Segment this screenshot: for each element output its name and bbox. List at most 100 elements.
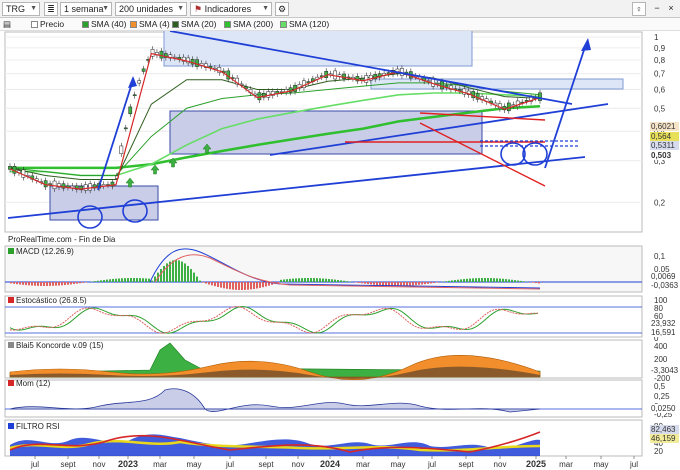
target-box [370, 78, 624, 90]
timeframe-select[interactable]: 1 semana ▼ [60, 2, 112, 16]
macd-hist-bar [172, 260, 174, 282]
macd-hist-bar [289, 278, 291, 282]
macd-hist-bar [328, 278, 330, 282]
macd-hist-bar [538, 282, 540, 284]
panel-title-stoch: Estocástico (26.8.5) [16, 296, 87, 305]
panel-rsi-tick: 20 [654, 447, 663, 456]
panel-title-macd: MACD (12.26.9) [16, 247, 74, 256]
candle-body [141, 68, 146, 72]
macd-hist-bar [127, 278, 129, 282]
macd-hist-bar [145, 278, 147, 282]
macd-hist-bar [451, 280, 453, 282]
x-axis-label: may [593, 460, 608, 469]
macd-hist-bar [130, 278, 132, 282]
units-label: 200 unidades [119, 4, 174, 14]
macd-hist-bar [313, 278, 315, 282]
macd-hist-bar [262, 282, 264, 288]
x-axis-label: jul [225, 460, 234, 469]
panel-koncorde-value: -3,3043 [651, 366, 679, 375]
macd-hist-bar [340, 280, 342, 282]
legend-price[interactable]: Precio [31, 19, 64, 30]
macd-hist-bar [79, 282, 81, 284]
macd-hist-bar [358, 282, 360, 283]
macd-hist-bar [475, 278, 477, 282]
macd-hist-bar [49, 282, 51, 286]
chevron-down-icon: ▼ [30, 5, 37, 12]
macd-hist-bar [217, 282, 219, 287]
units-select[interactable]: 200 unidades ▼ [115, 2, 187, 16]
macd-hist-bar [310, 278, 312, 282]
legend-sma20-label: SMA (20) [181, 19, 217, 29]
panel-title-swatch [8, 297, 14, 303]
macd-hist-bar [424, 282, 426, 285]
candle-body [21, 169, 26, 178]
macd-hist-bar [535, 282, 537, 284]
macd-hist-bar [301, 278, 303, 282]
macd-hist-bar [223, 282, 225, 289]
macd-hist-bar [250, 282, 252, 290]
legend-sma40[interactable]: SMA (40) [82, 19, 126, 30]
macd-hist-bar [403, 282, 405, 286]
macd-hist-bar [520, 280, 522, 282]
timeframe-label: 1 semana [64, 4, 104, 14]
candle-body [88, 183, 93, 191]
macd-hist-bar [517, 280, 519, 282]
candle-body [302, 80, 306, 88]
x-axis-label: mar [559, 460, 573, 469]
legend-sma40-label: SMA (40) [91, 19, 127, 29]
legend-menu-icon[interactable]: ▤ [3, 19, 11, 30]
settings-icon[interactable]: ⚙ [275, 2, 289, 16]
price-tag-label: 0,503 [651, 151, 672, 160]
panel-title-koncorde: Blai5 Koncorde v.09 (15) [16, 341, 104, 350]
panel-title-mom: Mom (12) [16, 379, 51, 388]
macd-hist-bar [496, 278, 498, 282]
macd-hist-bar [232, 282, 234, 290]
close-icon[interactable]: × [664, 2, 678, 16]
panel-rsi-value: 82,463 [651, 425, 676, 434]
legend-sma200-label: SMA (200) [233, 19, 274, 29]
x-axis-label: 2023 [118, 459, 138, 469]
macd-hist-bar [478, 278, 480, 282]
legend-sma120[interactable]: SMA (120) [280, 19, 329, 30]
macd-hist-bar [202, 282, 204, 283]
indicators-button[interactable]: ⚑ Indicadores ▼ [190, 2, 272, 16]
macd-hist-bar [244, 282, 246, 290]
candle-body [440, 81, 444, 90]
candle-body [132, 94, 137, 96]
macd-hist-bar [31, 282, 33, 286]
macd-hist-bar [319, 278, 321, 282]
alarm-icon[interactable]: ♀ [632, 2, 646, 16]
macd-hist-bar [10, 282, 12, 284]
macd-hist-bar [361, 282, 363, 284]
x-axis-label: jul [427, 460, 436, 469]
price-tick-label: 0,5 [654, 104, 666, 113]
macd-hist-bar [457, 279, 459, 282]
macd-hist-bar [466, 278, 468, 282]
list-icon[interactable]: ≣ [44, 2, 58, 16]
macd-hist-bar [121, 278, 123, 282]
macd-hist-bar [238, 282, 240, 290]
symbol-select[interactable]: TRG ▼ [2, 2, 40, 16]
price-tag-label: 0,5311 [651, 141, 675, 150]
indicator-legend: ▤ Precio SMA (40) SMA (4) SMA (20) SMA (… [0, 18, 680, 31]
macd-hist-bar [151, 280, 153, 282]
legend-sma4[interactable]: SMA (4) [130, 19, 170, 30]
macd-hist-bar [19, 282, 21, 285]
macd-hist-bar [367, 282, 369, 285]
macd-hist-bar [187, 265, 189, 282]
panel-macd-tick: 0,1 [654, 252, 666, 261]
macd-hist-bar [34, 282, 36, 286]
minimize-icon[interactable]: − [650, 2, 664, 16]
legend-sma20[interactable]: SMA (20) [172, 19, 216, 30]
sma40-swatch [82, 21, 89, 28]
macd-hist-bar [199, 280, 201, 282]
sma200-swatch [224, 21, 231, 28]
macd-hist-bar [184, 263, 186, 282]
panel-mom-tick: 0,5 [654, 382, 666, 391]
panel-frame-mom [4, 379, 643, 418]
sma120-swatch [280, 21, 287, 28]
macd-hist-bar [229, 282, 231, 290]
candle-body [257, 92, 262, 101]
candle-body [333, 70, 337, 80]
legend-sma200[interactable]: SMA (200) [224, 19, 273, 30]
